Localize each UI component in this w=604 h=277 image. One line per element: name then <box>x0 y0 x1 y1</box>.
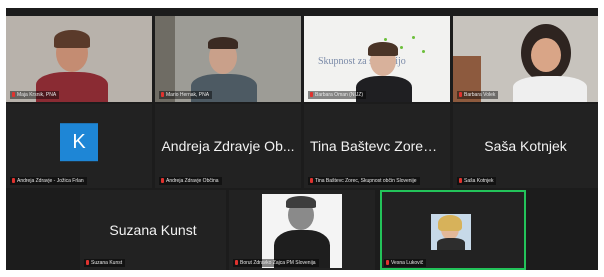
participant-name: Saša Kotnjek <box>457 177 497 185</box>
participant-tile[interactable]: K Andreja Zdravje - Jožica Frlan <box>6 104 152 188</box>
participant-display-name: Tina Baštevc Zorec,... <box>310 138 446 154</box>
participant-tile-active-speaker[interactable]: Vesna Lukovič <box>380 190 526 270</box>
participant-name: Vesna Lukovič <box>384 259 427 267</box>
participant-avatar <box>262 194 342 268</box>
participant-name: Barbara Oman (NIJZ) <box>308 91 367 99</box>
participant-name: Mario Hernak, PNA <box>159 91 213 99</box>
participant-tile[interactable]: Skupnost za slovenijo Barbara Oman (NIJZ… <box>304 16 450 102</box>
participant-display-name: Saša Kotnjek <box>484 138 567 154</box>
participant-tile[interactable]: Suzana Kunst Suzana Kunst <box>80 190 226 270</box>
participant-name: Andreja Zdravje Občina <box>159 177 222 185</box>
participant-tile[interactable]: Andreja Zdravje Ob... Andreja Zdravje Ob… <box>155 104 301 188</box>
participant-name: Maja Krsnik, PNA <box>10 91 60 99</box>
participant-name: Borut Zdravko Zajca PM Slovenija <box>233 259 319 267</box>
participant-name: Andreja Zdravje - Jožica Frlan <box>10 177 87 185</box>
mic-muted-icon <box>386 260 389 265</box>
mic-muted-icon <box>310 178 313 183</box>
participant-display-name: Suzana Kunst <box>109 222 197 238</box>
participant-name: Suzana Kunst <box>84 259 126 267</box>
mic-muted-icon <box>12 178 15 183</box>
participant-tile[interactable]: Tina Baštevc Zorec,... Tina Baštevc Zore… <box>304 104 450 188</box>
participant-tile[interactable]: Barbara Volek <box>453 16 598 102</box>
participant-video <box>6 16 152 102</box>
mic-muted-icon <box>235 260 238 265</box>
participant-avatar <box>431 214 471 250</box>
participant-video <box>453 16 598 102</box>
participant-name: Tina Baštevc Zorec, Skupnost občin Slove… <box>308 177 420 185</box>
mic-muted-icon <box>161 178 164 183</box>
participant-display-name: Andreja Zdravje Ob... <box>161 138 295 154</box>
mic-muted-icon <box>12 92 15 97</box>
mic-muted-icon <box>86 260 89 265</box>
participant-name: Barbara Volek <box>457 91 499 99</box>
participant-video <box>155 16 301 102</box>
mic-muted-icon <box>161 92 164 97</box>
mic-muted-icon <box>310 92 313 97</box>
participant-tile[interactable]: Maja Krsnik, PNA <box>6 16 152 102</box>
participant-video: Skupnost za slovenijo <box>304 16 450 102</box>
mic-muted-icon <box>459 178 462 183</box>
participant-tile[interactable]: Saša Kotnjek Saša Kotnjek <box>453 104 598 188</box>
mic-muted-icon <box>459 92 462 97</box>
participant-tile[interactable]: Mario Hernak, PNA <box>155 16 301 102</box>
participant-tile[interactable]: Borut Zdravko Zajca PM Slovenija <box>229 190 375 270</box>
participant-avatar: K <box>60 123 98 162</box>
video-grid: Maja Krsnik, PNA Mario Hernak, PNA Skupn… <box>6 8 598 270</box>
